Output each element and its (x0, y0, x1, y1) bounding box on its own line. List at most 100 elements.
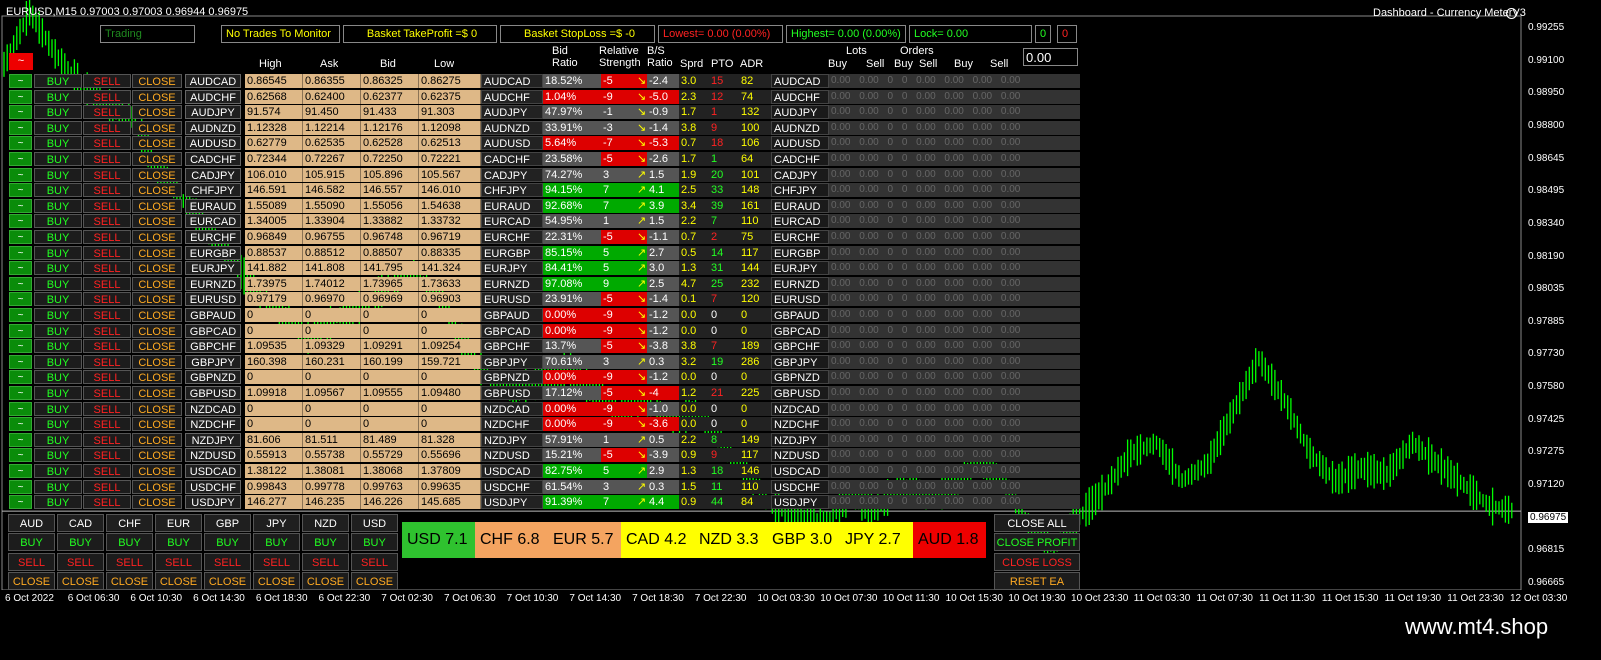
buy-button[interactable]: BUY (34, 417, 82, 432)
jpy-buy-button[interactable]: BUY (253, 533, 300, 551)
sell-button[interactable]: SELL (83, 448, 131, 463)
sell-button[interactable]: SELL (83, 167, 131, 182)
row-toggle-button[interactable]: ~ (9, 401, 32, 416)
pair-symbol[interactable]: GBPAUD (185, 308, 241, 322)
sell-button[interactable]: SELL (83, 479, 131, 494)
reset-ea-button[interactable]: RESET EA (994, 572, 1080, 590)
pair-symbol[interactable]: GBPUSD (185, 386, 241, 400)
row-toggle-button[interactable]: ~ (9, 167, 32, 182)
pair-symbol[interactable]: AUDJPY (185, 105, 241, 120)
pair-symbol[interactable]: CADCHF (185, 152, 241, 166)
sell-button[interactable]: SELL (83, 323, 131, 338)
sell-button[interactable]: SELL (83, 74, 131, 88)
close-button[interactable]: CLOSE (132, 89, 182, 104)
buy-button[interactable]: BUY (34, 230, 82, 244)
sell-button[interactable]: SELL (83, 245, 131, 260)
sell-button[interactable]: SELL (83, 464, 131, 478)
row-toggle-button[interactable]: ~ (9, 276, 32, 291)
buy-button[interactable]: BUY (34, 198, 82, 213)
sell-button[interactable]: SELL (83, 183, 131, 198)
usd-close-button[interactable]: CLOSE (351, 572, 398, 590)
chf-buy-button[interactable]: BUY (106, 533, 153, 551)
pair-symbol[interactable]: GBPJPY (185, 354, 241, 369)
pair-symbol[interactable]: AUDUSD (185, 136, 241, 151)
close-button[interactable]: CLOSE (132, 105, 182, 120)
nzd-close-button[interactable]: CLOSE (302, 572, 349, 590)
pair-symbol[interactable]: EURGBP (185, 245, 241, 260)
row-toggle-button[interactable]: ~ (9, 354, 32, 369)
pair-symbol[interactable]: EURNZD (185, 276, 241, 291)
row-toggle-button[interactable]: ~ (9, 74, 32, 88)
pair-symbol[interactable]: AUDCAD (185, 74, 241, 88)
jpy-sell-button[interactable]: SELL (253, 553, 300, 571)
sell-button[interactable]: SELL (83, 89, 131, 104)
buy-button[interactable]: BUY (34, 339, 82, 354)
nzd-buy-button[interactable]: BUY (302, 533, 349, 551)
buy-button[interactable]: BUY (34, 89, 82, 104)
buy-button[interactable]: BUY (34, 323, 82, 338)
chf-sell-button[interactable]: SELL (106, 553, 153, 571)
buy-button[interactable]: BUY (34, 167, 82, 182)
close-button[interactable]: CLOSE (132, 230, 182, 244)
buy-button[interactable]: BUY (34, 292, 82, 307)
close-button[interactable]: CLOSE (132, 276, 182, 291)
chf-close-button[interactable]: CLOSE (106, 572, 153, 590)
buy-button[interactable]: BUY (34, 120, 82, 135)
buy-button[interactable]: BUY (34, 386, 82, 400)
aud-close-button[interactable]: CLOSE (8, 572, 55, 590)
pair-symbol[interactable]: EURUSD (185, 292, 241, 307)
pair-symbol[interactable]: EURCAD (185, 214, 241, 229)
nzd-sell-button[interactable]: SELL (302, 553, 349, 571)
pair-symbol[interactable]: GBPCAD (185, 323, 241, 338)
row-toggle-button[interactable]: ~ (9, 339, 32, 354)
eur-buy-button[interactable]: BUY (155, 533, 202, 551)
close-button[interactable]: CLOSE (132, 152, 182, 166)
row-toggle-button[interactable]: ~ (9, 479, 32, 494)
buy-button[interactable]: BUY (34, 152, 82, 166)
row-toggle-button[interactable]: ~ (9, 230, 32, 244)
gbp-sell-button[interactable]: SELL (204, 553, 251, 571)
buy-button[interactable]: BUY (34, 276, 82, 291)
row-toggle-button[interactable]: ~ (9, 308, 32, 322)
row-toggle-button[interactable]: ~ (9, 417, 32, 432)
sell-button[interactable]: SELL (83, 370, 131, 385)
buy-button[interactable]: BUY (34, 183, 82, 198)
row-toggle-button[interactable]: ~ (9, 198, 32, 213)
close-button[interactable]: CLOSE (132, 245, 182, 260)
buy-button[interactable]: BUY (34, 261, 82, 276)
cad-sell-button[interactable]: SELL (57, 553, 104, 571)
buy-button[interactable]: BUY (34, 448, 82, 463)
row-toggle-button[interactable]: ~ (9, 120, 32, 135)
sell-button[interactable]: SELL (83, 198, 131, 213)
close-button[interactable]: CLOSE (132, 495, 182, 510)
close-button[interactable]: CLOSE (132, 120, 182, 135)
usd-buy-button[interactable]: BUY (351, 533, 398, 551)
close-button[interactable]: CLOSE (132, 448, 182, 463)
row-toggle-button[interactable]: ~ (9, 495, 32, 510)
buy-button[interactable]: BUY (34, 479, 82, 494)
sell-button[interactable]: SELL (83, 230, 131, 244)
row-toggle-button[interactable]: ~ (9, 136, 32, 151)
sell-button[interactable]: SELL (83, 386, 131, 400)
lots-input[interactable] (1023, 48, 1078, 66)
pair-symbol[interactable]: NZDCAD (185, 401, 241, 416)
sell-button[interactable]: SELL (83, 432, 131, 447)
toggle-button[interactable]: ~ (9, 53, 33, 70)
close-button[interactable]: CLOSE (132, 370, 182, 385)
sell-button[interactable]: SELL (83, 214, 131, 229)
pair-symbol[interactable]: USDCHF (185, 479, 241, 494)
buy-button[interactable]: BUY (34, 432, 82, 447)
sell-button[interactable]: SELL (83, 261, 131, 276)
sell-button[interactable]: SELL (83, 105, 131, 120)
buy-button[interactable]: BUY (34, 214, 82, 229)
sell-button[interactable]: SELL (83, 339, 131, 354)
pair-symbol[interactable]: EURAUD (185, 198, 241, 213)
row-toggle-button[interactable]: ~ (9, 464, 32, 478)
eur-sell-button[interactable]: SELL (155, 553, 202, 571)
row-toggle-button[interactable]: ~ (9, 370, 32, 385)
sell-button[interactable]: SELL (83, 152, 131, 166)
buy-button[interactable]: BUY (34, 136, 82, 151)
buy-button[interactable]: BUY (34, 401, 82, 416)
buy-button[interactable]: BUY (34, 105, 82, 120)
buy-button[interactable]: BUY (34, 370, 82, 385)
